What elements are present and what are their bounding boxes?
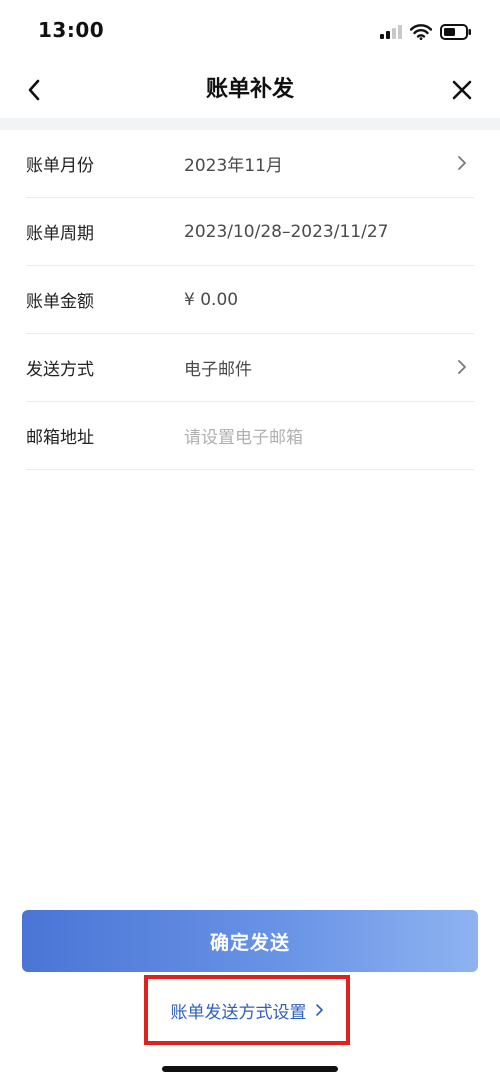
send-method-settings-link[interactable]: 账单发送方式设置 (144, 975, 350, 1045)
row-label: 账单月份 (26, 156, 94, 176)
section-divider (0, 118, 500, 130)
chevron-right-icon (458, 360, 466, 374)
chevron-right-icon (458, 156, 466, 170)
settings-link-label: 账单发送方式设置 (170, 1002, 307, 1023)
bill-period-value: 2023/10/28–2023/11/27 (184, 221, 389, 242)
status-time: 13:00 (38, 18, 105, 42)
chevron-right-icon (315, 1004, 323, 1016)
battery-icon (440, 24, 471, 40)
send-method-value: 电子邮件 (184, 360, 252, 380)
bill-period-row: 账单周期 2023/10/28–2023/11/27 (26, 198, 474, 266)
row-label: 邮箱地址 (26, 428, 94, 448)
email-field[interactable]: 请设置电子邮箱 (184, 423, 474, 448)
bill-month-row[interactable]: 账单月份 2023年11月 (26, 130, 474, 198)
page-title: 账单补发 (205, 77, 294, 102)
row-label: 账单周期 (26, 224, 94, 244)
wifi-icon (410, 24, 432, 40)
bill-amount-value: ¥ 0.00 (184, 289, 239, 310)
home-indicator (162, 1066, 338, 1072)
status-bar: 13:00 (0, 0, 500, 62)
bill-amount-row: 账单金额 ¥ 0.00 (26, 266, 474, 334)
close-button[interactable] (446, 74, 478, 106)
signal-icon (380, 25, 402, 39)
confirm-send-button[interactable]: 确定发送 (22, 910, 478, 972)
nav-bar: 账单补发 (0, 62, 500, 118)
email-address-row[interactable]: 邮箱地址 请设置电子邮箱 (26, 402, 474, 470)
send-method-row[interactable]: 发送方式 电子邮件 (26, 334, 474, 402)
bill-month-value: 2023年11月 (184, 156, 283, 176)
row-label: 发送方式 (26, 360, 94, 380)
close-icon (452, 80, 472, 100)
row-label: 账单金额 (26, 292, 94, 312)
bill-form: 账单月份 2023年11月 账单周期 2023/10/28–2023/11/27… (0, 130, 500, 470)
status-icons (380, 20, 472, 44)
